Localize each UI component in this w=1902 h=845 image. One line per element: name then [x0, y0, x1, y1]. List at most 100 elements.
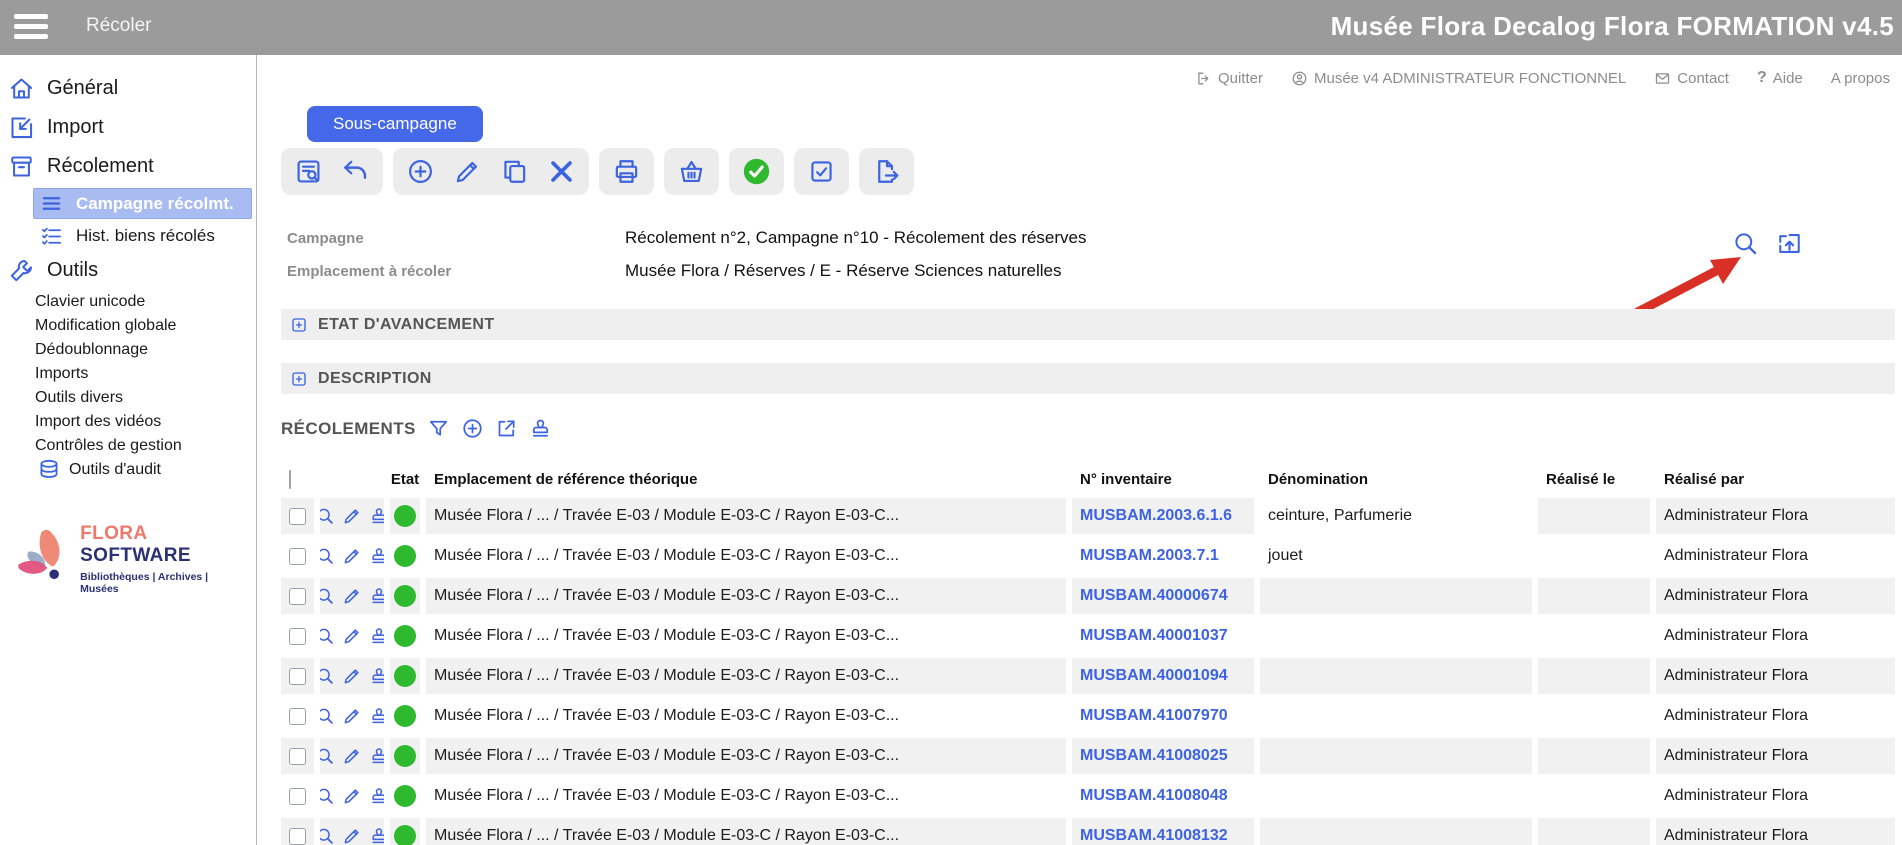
stamp-icon[interactable] [369, 786, 384, 806]
edit-icon[interactable] [342, 666, 362, 686]
sidebar-item-campagne-r-colmt[interactable]: Campagne récolmt. [33, 188, 252, 219]
edit-icon[interactable] [342, 746, 362, 766]
table-row: Musée Flora / ... / Travée E-03 / Module… [281, 738, 1895, 774]
inventory-number-link[interactable]: MUSBAM.41008025 [1080, 747, 1228, 765]
database-icon [37, 458, 61, 482]
inventory-number-link[interactable]: MUSBAM.40001037 [1080, 627, 1228, 645]
basket-icon[interactable] [677, 157, 706, 186]
export-icon[interactable] [872, 157, 901, 186]
stamp-icon[interactable] [369, 626, 384, 646]
inventory-number-link[interactable]: MUSBAM.41008048 [1080, 787, 1228, 805]
user-icon [1291, 70, 1308, 87]
edit-icon[interactable] [342, 586, 362, 606]
menu-lines-icon [40, 192, 63, 215]
recolements-header: RÉCOLEMENTS [281, 417, 552, 440]
window-open-icon[interactable] [1776, 230, 1803, 257]
sidebar-item-imports[interactable]: Imports [0, 362, 256, 386]
edit-icon[interactable] [342, 506, 362, 526]
external-link-icon[interactable] [495, 417, 518, 440]
search-icon[interactable] [320, 666, 335, 686]
search-icon[interactable] [320, 786, 335, 806]
expand-plus-icon[interactable] [290, 370, 308, 388]
add-icon[interactable] [461, 417, 484, 440]
delete-icon[interactable] [547, 157, 576, 186]
sidebar-item-outils-d-audit[interactable]: Outils d'audit [0, 458, 256, 482]
campaign-fields: Campagne Récolement n°2, Campagne n°10 -… [287, 228, 1087, 281]
search-icon[interactable] [320, 746, 335, 766]
validate-icon[interactable] [742, 157, 771, 186]
row-checkbox[interactable] [289, 748, 306, 765]
row-checkbox[interactable] [289, 628, 306, 645]
row-checkbox[interactable] [289, 548, 306, 565]
row-checkbox[interactable] [289, 788, 306, 805]
hamburger-menu-icon[interactable] [14, 14, 48, 41]
stamp-icon[interactable] [369, 546, 384, 566]
select-all-checkbox[interactable] [289, 470, 291, 489]
section-etat-avancement[interactable]: ETAT D'AVANCEMENT [281, 309, 1895, 340]
task-check-icon[interactable] [807, 157, 836, 186]
sidebar-item-clavier-unicode[interactable]: Clavier unicode [0, 290, 256, 314]
stamp-icon[interactable] [369, 706, 384, 726]
copy-icon[interactable] [500, 157, 529, 186]
apropos-link[interactable]: A propos [1831, 70, 1890, 87]
search-icon[interactable] [320, 546, 335, 566]
sidebar-item-r-colement[interactable]: Récolement [0, 147, 256, 186]
aide-link[interactable]: ? Aide [1757, 69, 1803, 87]
stamp-icon[interactable] [529, 417, 552, 440]
sidebar-item-modification-globale[interactable]: Modification globale [0, 314, 256, 338]
sidebar-item-outils[interactable]: Outils [0, 251, 256, 290]
sidebar-item-import[interactable]: Import [0, 108, 256, 147]
sidebar-item-hist-biens-r-col-s[interactable]: Hist. biens récolés [0, 221, 256, 251]
inventory-number-link[interactable]: MUSBAM.2003.6.1.6 [1080, 507, 1232, 525]
stamp-icon[interactable] [369, 666, 384, 686]
status-dot-green [394, 545, 416, 567]
denomination-value: jouet [1268, 547, 1303, 565]
stamp-icon[interactable] [369, 506, 384, 526]
sidebar-item-d-doublonnage[interactable]: Dédoublonnage [0, 338, 256, 362]
tab-sous-campagne[interactable]: Sous-campagne [307, 106, 483, 142]
realise-par-value: Administrateur Flora [1664, 707, 1808, 725]
section-description[interactable]: DESCRIPTION [281, 363, 1895, 394]
row-checkbox[interactable] [289, 588, 306, 605]
search-icon[interactable] [320, 586, 335, 606]
search-icon[interactable] [1732, 230, 1759, 257]
row-checkbox[interactable] [289, 708, 306, 725]
edit-icon[interactable] [342, 706, 362, 726]
stamp-icon[interactable] [369, 826, 384, 845]
expand-plus-icon[interactable] [290, 316, 308, 334]
table-row: Musée Flora / ... / Travée E-03 / Module… [281, 698, 1895, 734]
sidebar-item-import-des-vid-os[interactable]: Import des vidéos [0, 410, 256, 434]
sidebar-item-outils-divers[interactable]: Outils divers [0, 386, 256, 410]
inventory-number-link[interactable]: MUSBAM.2003.7.1 [1080, 547, 1219, 565]
table-row: Musée Flora / ... / Travée E-03 / Module… [281, 538, 1895, 574]
stamp-icon[interactable] [369, 586, 384, 606]
inventory-number-link[interactable]: MUSBAM.41007970 [1080, 707, 1228, 725]
sidebar-item-contr-les-de-gestion[interactable]: Contrôles de gestion [0, 434, 256, 458]
contact-link[interactable]: Contact [1654, 70, 1729, 87]
inventory-number-link[interactable]: MUSBAM.40000674 [1080, 587, 1228, 605]
search-icon[interactable] [320, 506, 335, 526]
search-icon[interactable] [320, 626, 335, 646]
row-checkbox[interactable] [289, 828, 306, 845]
edit-icon[interactable] [342, 826, 362, 845]
list-search-icon[interactable] [294, 157, 323, 186]
edit-icon[interactable] [453, 157, 482, 186]
user-menu[interactable]: Musée v4 ADMINISTRATEUR FONCTIONNEL [1291, 70, 1626, 87]
search-icon[interactable] [320, 706, 335, 726]
search-icon[interactable] [320, 826, 335, 845]
quitter-link[interactable]: Quitter [1195, 70, 1263, 87]
undo-icon[interactable] [341, 157, 370, 186]
inventory-number-link[interactable]: MUSBAM.40001094 [1080, 667, 1228, 685]
add-icon[interactable] [406, 157, 435, 186]
filter-icon[interactable] [427, 417, 450, 440]
print-icon[interactable] [612, 157, 641, 186]
row-checkbox[interactable] [289, 508, 306, 525]
edit-icon[interactable] [342, 786, 362, 806]
inventory-number-link[interactable]: MUSBAM.41008132 [1080, 827, 1228, 845]
edit-icon[interactable] [342, 626, 362, 646]
table-row: Musée Flora / ... / Travée E-03 / Module… [281, 498, 1895, 534]
row-checkbox[interactable] [289, 668, 306, 685]
edit-icon[interactable] [342, 546, 362, 566]
sidebar-item-g-n-ral[interactable]: Général [0, 69, 256, 108]
stamp-icon[interactable] [369, 746, 384, 766]
